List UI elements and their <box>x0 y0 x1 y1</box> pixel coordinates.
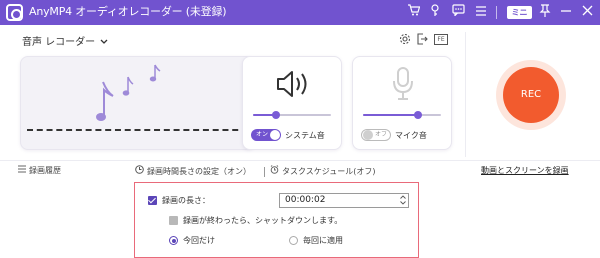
gear-icon[interactable] <box>399 33 411 49</box>
rec-button-halo: REC <box>496 60 566 130</box>
system-sound-toggle[interactable]: オン <box>251 129 281 141</box>
bottom-toolbar: 録画履歴 録画時間長さの設定（オン） タスクスケジュール(オフ) 動画とスクリー… <box>0 160 600 180</box>
waveform-baseline <box>27 129 248 131</box>
microphone-label: マイク音 <box>395 131 427 140</box>
task-schedule-label: タスクスケジュール(オフ) <box>282 167 376 176</box>
export-icon[interactable] <box>416 33 428 49</box>
window-title: AnyMP4 オーディオレコーダー (未登録) <box>29 5 227 18</box>
toggle-off-label: オフ <box>375 131 388 138</box>
recording-length-setting-button[interactable]: 録画時間長さの設定（オン） <box>135 165 251 178</box>
cart-icon[interactable] <box>406 4 420 21</box>
radio-every-time[interactable] <box>289 236 298 245</box>
radio-every-time-label: 毎回に適用 <box>303 236 343 245</box>
task-schedule-button[interactable]: タスクスケジュール(オフ) <box>270 165 375 178</box>
radio-this-time-label: 今回だけ <box>183 236 215 245</box>
menu-icon[interactable] <box>474 4 488 21</box>
effect-editor-icon[interactable]: FE <box>434 34 448 45</box>
system-volume-thumb[interactable] <box>272 111 281 119</box>
recording-length-popup: 録画の長さ： 00:00:02 録画が終わったら、シャットダウンします。 今回だ… <box>134 182 419 258</box>
music-note-icon <box>149 63 161 87</box>
spin-down-icon[interactable] <box>400 201 406 207</box>
recording-length-value: 00:00:02 <box>285 195 326 205</box>
music-note-icon <box>95 78 115 128</box>
audio-visualizer-panel <box>20 56 255 150</box>
alarm-clock-icon <box>270 165 279 178</box>
recording-length-input[interactable]: 00:00:02 <box>279 193 409 208</box>
system-sound-card: オン システム音 <box>242 56 342 150</box>
toggle-knob <box>270 130 280 140</box>
mic-volume-thumb[interactable] <box>413 111 422 119</box>
toolbar-separator <box>264 167 265 177</box>
list-icon <box>18 165 26 177</box>
microphone-toggle[interactable]: オフ <box>361 129 391 141</box>
radio-this-time[interactable] <box>169 236 178 245</box>
shutdown-after-checkbox[interactable] <box>169 216 178 225</box>
mic-volume-slider[interactable] <box>363 111 441 119</box>
minimize-icon[interactable] <box>559 4 573 21</box>
rec-button[interactable]: REC <box>503 67 559 123</box>
microphone-icon <box>392 67 414 101</box>
panel-divider <box>465 32 466 157</box>
close-icon[interactable] <box>580 4 594 21</box>
recording-length-checkbox[interactable] <box>148 196 157 205</box>
music-note-icon <box>122 75 134 101</box>
app-window: AnyMP4 オーディオレコーダー (未登録) ミニ 音声 レコーダー FE オ… <box>0 0 600 258</box>
recorder-mode-dropdown[interactable]: 音声 レコーダー <box>22 33 108 48</box>
titlebar-divider <box>496 6 497 19</box>
toggle-on-label: オン <box>256 131 269 138</box>
shutdown-after-label: 録画が終わったら、シャットダウンします。 <box>183 216 343 225</box>
pin-icon[interactable] <box>538 4 552 21</box>
chevron-down-icon <box>100 38 108 48</box>
video-screen-recorder-link[interactable]: 動画とスクリーンを録画 <box>481 165 569 177</box>
recording-length-label: 録画の長さ： <box>162 196 210 205</box>
recording-history-label: 録画履歴 <box>29 166 61 175</box>
time-spinner[interactable] <box>400 195 406 207</box>
system-sound-label: システム音 <box>285 131 325 140</box>
recording-length-setting-label: 録画時間長さの設定（オン） <box>147 167 251 176</box>
recorder-mode-label: 音声 レコーダー <box>22 37 96 48</box>
mini-mode-button[interactable]: ミニ <box>507 6 532 19</box>
clock-icon <box>135 165 144 178</box>
title-bar: AnyMP4 オーディオレコーダー (未登録) ミニ <box>0 0 600 25</box>
mic-volume-fill <box>363 114 418 116</box>
app-logo-icon <box>6 4 23 21</box>
system-volume-slider[interactable] <box>253 111 331 119</box>
microphone-card: オフ マイク音 <box>352 56 452 150</box>
recording-history-button[interactable]: 録画履歴 <box>18 165 61 177</box>
chat-icon[interactable] <box>451 4 465 21</box>
key-icon[interactable] <box>429 4 441 21</box>
speaker-icon <box>276 69 312 99</box>
toggle-knob <box>363 130 373 140</box>
